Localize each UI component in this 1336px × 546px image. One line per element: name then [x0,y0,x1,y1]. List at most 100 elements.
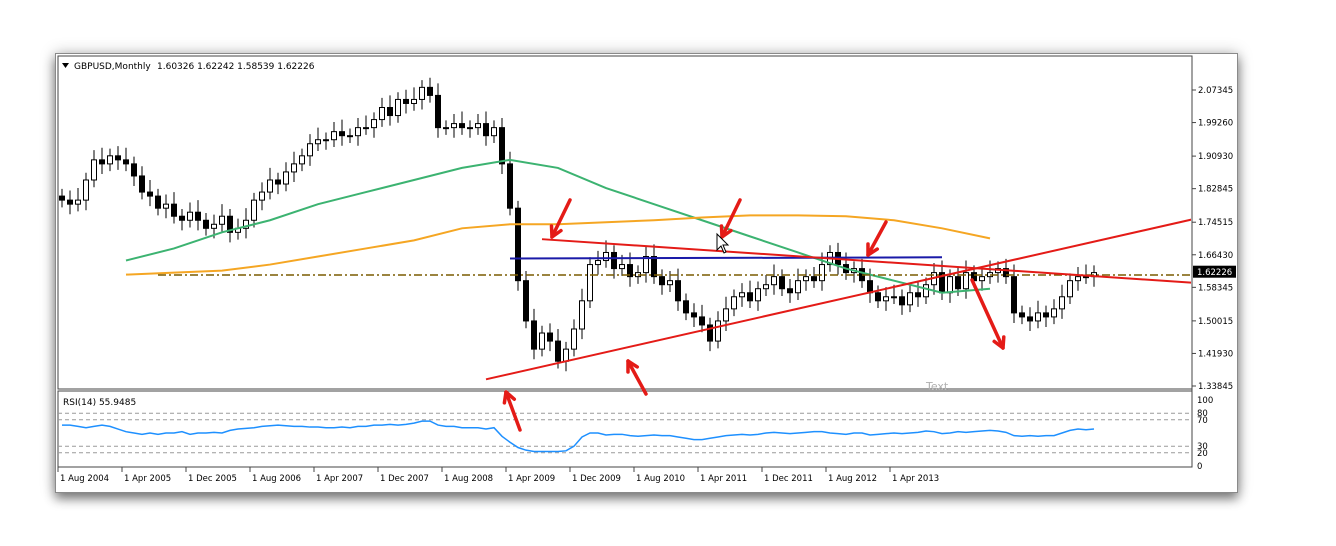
candle-body [763,284,769,290]
price-tick-label: 1.74515 [1198,218,1233,228]
candle-body [275,179,281,185]
candle-body [347,135,353,138]
price-tick-label: 2.07345 [1198,86,1233,96]
candle-body [747,292,753,302]
candle-body [267,179,273,193]
candle-body [891,296,897,299]
candle-body [483,123,489,137]
candle-body [619,264,625,270]
date-tick-label: 1 Dec 2011 [764,474,813,484]
symbol-label: GBPUSD,Monthly [74,62,151,72]
rsi-panel [57,390,1193,468]
candle-body [219,215,225,225]
candle-body [355,127,361,137]
candle-body [691,312,697,318]
date-tick-label: 1 Apr 2011 [700,474,747,484]
candle-body [115,155,121,161]
candle-body [131,163,137,177]
candle-body [91,159,97,181]
rsi-tick-label: 0 [1197,462,1202,472]
candle-body [811,276,817,282]
candle-body [283,171,289,185]
red-arrow-icon [866,220,888,257]
candle-body [475,123,481,129]
candle-body [171,203,177,217]
text-annotation[interactable]: Text [925,380,949,393]
candle-body [883,296,889,302]
candle-body [603,251,609,262]
candle-body [579,300,585,330]
current-price-label: 1.62226 [1197,268,1232,278]
candle-body [67,199,73,205]
candle-body [467,127,473,130]
candle-body [387,106,393,117]
rsi-tick-label: 20 [1197,449,1208,459]
candle-body [867,280,873,294]
candle-body [1059,296,1065,310]
chart-canvas[interactable]: GBPUSD,Monthly 1.60326 1.62242 1.58539 1… [56,54,1237,492]
candle-body [139,175,145,193]
candle-body [163,203,169,209]
price-tick-label: 1.99260 [1198,119,1233,129]
candle-body [211,223,217,229]
candle-body [523,280,529,322]
candle-body [819,264,825,282]
candle-body [451,123,457,129]
red-arrow-icon [970,278,1006,350]
candle-body [427,86,433,96]
date-tick-label: 1 Dec 2007 [380,474,429,484]
candle-body [251,199,257,221]
candle-body [611,251,617,270]
price-tick-label: 1.90930 [1198,152,1233,162]
candle-body [683,300,689,314]
date-tick-label: 1 Apr 2007 [316,474,363,484]
candle-body [187,211,193,221]
date-tick-label: 1 Aug 2008 [444,474,493,484]
candle-body [371,119,377,129]
candle-body [419,86,425,100]
candle-body [979,276,985,282]
candle-body [659,276,665,286]
candle-body [403,98,409,104]
candle-body [291,163,297,173]
candle-body [739,292,745,298]
date-tick-label: 1 Aug 2010 [636,474,685,484]
date-tick-label: 1 Aug 2012 [828,474,877,484]
price-tick-label: 1.66430 [1198,251,1233,261]
candle-body [923,284,929,298]
candle-body [1035,312,1041,322]
candle-body [651,256,657,278]
chevron-down-icon[interactable] [62,63,69,68]
candle-body [203,219,209,229]
candle-body [1067,280,1073,298]
candle-body [411,98,417,104]
candle-body [443,127,449,130]
rsi-label: RSI(14) 55.9485 [63,398,136,408]
candle-body [259,191,265,201]
candle-body [363,127,369,130]
date-tick-label: 1 Apr 2009 [508,474,555,484]
candle-body [715,320,721,342]
candle-body [1043,312,1049,318]
candle-body [155,195,161,209]
candle-body [795,280,801,294]
candle-body [587,264,593,302]
rsi-tick-label: 100 [1197,396,1213,406]
candle-body [307,143,313,157]
candle-body [771,276,777,286]
price-tick-label: 1.41930 [1198,349,1233,359]
candle-body [179,215,185,221]
date-tick-label: 1 Aug 2004 [60,474,109,484]
date-tick-label: 1 Apr 2005 [124,474,171,484]
date-tick-label: 1 Dec 2005 [188,474,237,484]
candle-body [1019,312,1025,318]
candle-body [435,94,441,129]
candle-body [1083,276,1089,279]
date-tick-label: 1 Dec 2009 [572,474,621,484]
candle-body [907,292,913,306]
candle-body [731,296,737,310]
candle-body [675,280,681,302]
candle-body [699,316,705,326]
candle-body [595,260,601,266]
candle-body [59,195,65,201]
